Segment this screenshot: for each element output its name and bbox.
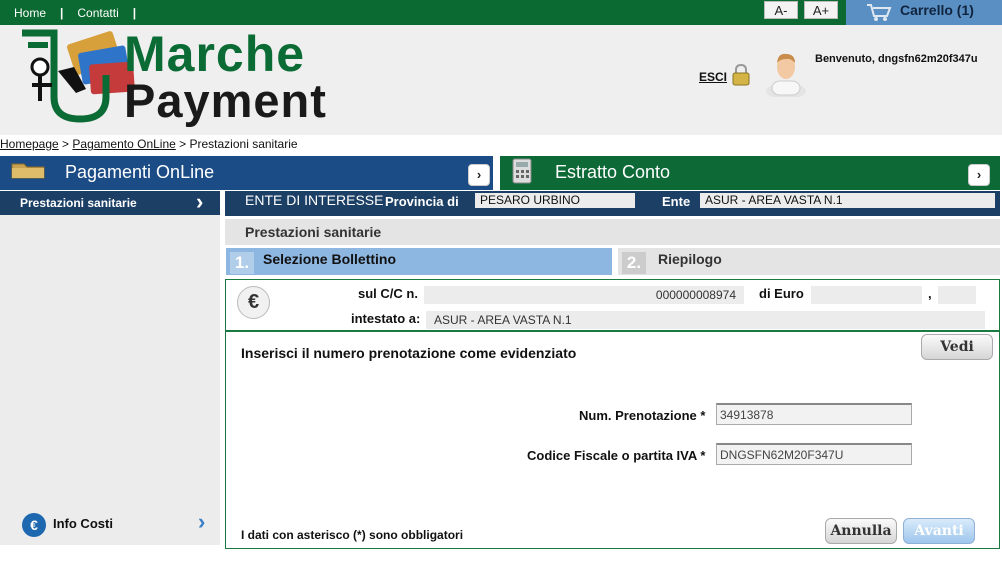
bollettino-panel: € sul C/C n. 000000008974 di Euro , inte… [225,279,1000,331]
annulla-button[interactable]: Annulla [825,518,897,544]
chevron-right-icon: › [196,189,204,214]
breadcrumb: Homepage > Pagamento OnLine > Prestazion… [0,137,298,151]
step-number: 2. [622,252,646,274]
breadcrumb-home-link[interactable]: Homepage [0,137,59,151]
nav-contatti-link[interactable]: Contatti [63,6,132,20]
font-increase-button[interactable]: A+ [804,1,838,19]
step-number: 1. [230,252,254,274]
pagamenti-online-title: Pagamenti OnLine [65,162,215,182]
breadcrumb-current: Prestazioni sanitarie [189,137,298,151]
ente-label: Ente [662,194,691,209]
breadcrumb-separator: > [175,137,190,151]
ente-title: ENTE DI INTERESSE [245,192,384,208]
pagamenti-arrow-button[interactable]: › [468,164,490,186]
provincia-label: Provincia di [385,194,459,209]
font-decrease-button[interactable]: A- [764,1,798,19]
avanti-button[interactable]: Avanti [903,518,975,544]
ente-field[interactable]: ASUR - AREA VASTA N.1 [700,193,995,208]
logo-text-payment: Payment [124,74,327,127]
chevron-right-icon: › [198,509,206,534]
logo-emblem-icon [22,29,135,123]
mandatory-note: I dati con asterisco (*) sono obbligator… [241,528,464,542]
sidebar-item-label: Prestazioni sanitarie [20,196,137,210]
form-panel: Inserisci il numero prenotazione come ev… [225,331,1000,549]
section-title: Prestazioni sanitarie [245,224,382,240]
decimal-comma: , [928,286,932,301]
estratto-conto-title: Estratto Conto [555,162,671,182]
sidebar-item-prestazioni-sanitarie[interactable]: Prestazioni sanitarie › [0,189,220,215]
form-instructions: Inserisci il numero prenotazione come ev… [241,345,577,361]
intestato-label: intestato a: [351,311,421,326]
step-label: Selezione Bollettino [263,251,397,267]
intestato-field: ASUR - AREA VASTA N.1 [426,311,985,329]
cc-number-field: 000000008974 [424,286,744,304]
breadcrumb-online-link[interactable]: Pagamento OnLine [72,137,175,151]
estratto-conto-bar[interactable]: Estratto Conto › [500,156,1000,190]
info-costi-label: Info Costi [53,516,113,531]
vedi-button[interactable]: Vedi [921,334,993,360]
euro-icon: € [22,513,46,537]
euro-icon: € [237,286,270,319]
euro-label: di Euro [759,286,804,301]
folder-icon [11,163,45,179]
prenotazione-label: Num. Prenotazione * [579,408,706,423]
top-nav: Home | Contatti | [0,0,136,25]
welcome-text: Benvenuto, dngsfn62m20f347u [815,53,978,65]
pagamenti-online-bar[interactable]: Pagamenti OnLine › [0,156,493,190]
prenotazione-input[interactable] [716,403,912,425]
euro-int-field [811,286,922,304]
ente-bar: ENTE DI INTERESSE Provincia di PESARO UR… [225,191,1000,216]
section-title-bar: Prestazioni sanitarie [225,219,1000,245]
sidebar: Prestazioni sanitarie › [0,189,220,545]
codice-fiscale-input[interactable] [716,443,912,465]
codice-fiscale-label: Codice Fiscale o partita IVA * [527,448,706,463]
cart-label: Carrello (1) [900,2,974,18]
nav-separator: | [132,5,137,20]
header: Marche Payment ESCI Benvenuto, dngsfn62m… [0,25,1002,135]
step-label: Riepilogo [658,251,722,267]
user-avatar-icon [766,53,806,97]
cart-button[interactable]: Carrello (1) [846,0,1002,25]
estratto-arrow-button[interactable]: › [968,164,990,186]
step-riepilogo: 2. Riepilogo [618,248,1000,275]
provincia-field[interactable]: PESARO URBINO [475,193,635,208]
cc-label: sul C/C n. [358,286,418,301]
step-selezione-bollettino: 1. Selezione Bollettino [226,248,612,275]
padlock-icon[interactable] [731,63,751,87]
breadcrumb-separator: > [58,137,73,151]
calculator-icon [512,158,532,184]
cart-icon [867,4,892,21]
site-logo[interactable]: Marche Payment [18,26,328,127]
logout-link[interactable]: ESCI [699,70,727,84]
nav-home-link[interactable]: Home [0,6,60,20]
euro-dec-field [938,286,976,304]
